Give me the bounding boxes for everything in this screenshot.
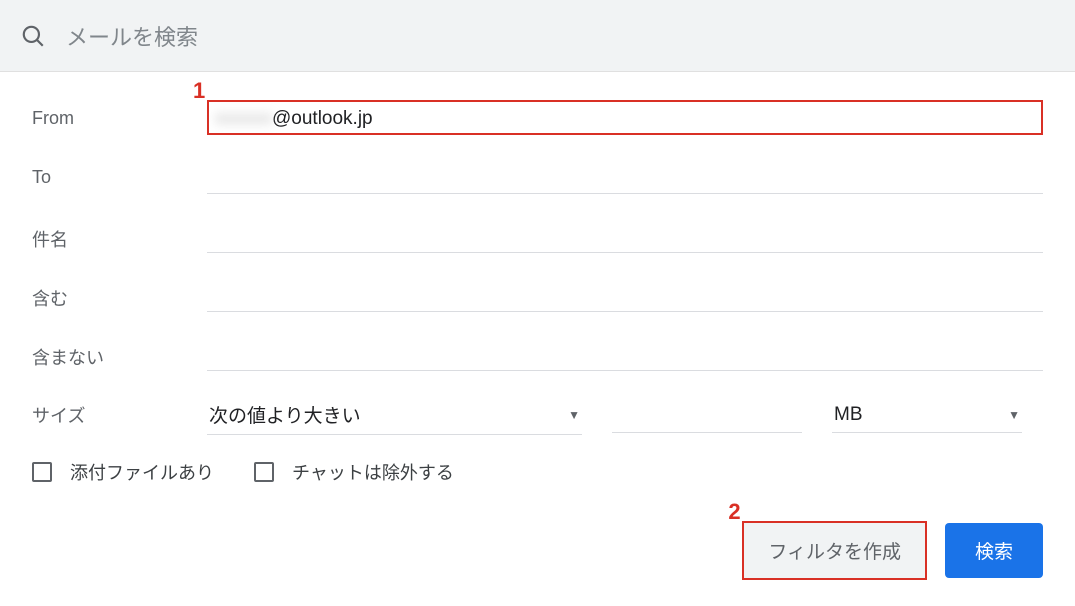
exclude-chat-label: チャットは除外する xyxy=(292,459,454,485)
search-input-placeholder[interactable]: メールを検索 xyxy=(66,20,1055,52)
dropdown-arrow-icon: ▼ xyxy=(568,408,580,422)
search-filter-form: From 1 xxxxxx@outlook.jp To 件名 含む 含まない xyxy=(0,72,1075,604)
from-value-clear: @outlook.jp xyxy=(272,108,373,130)
from-label: From xyxy=(32,100,207,129)
has-attachment-checkbox[interactable] xyxy=(32,462,52,482)
search-button[interactable]: 検索 xyxy=(945,523,1043,578)
excludes-input[interactable] xyxy=(207,336,1043,371)
to-label: To xyxy=(32,159,207,188)
exclude-chat-checkbox[interactable] xyxy=(254,462,274,482)
button-row: 2 フィルタを作成 検索 xyxy=(32,521,1043,580)
from-input-wrapper: 1 xxxxxx@outlook.jp xyxy=(207,100,1043,135)
size-unit-value: MB xyxy=(834,404,863,426)
to-row: To xyxy=(32,159,1043,194)
from-row: From 1 xxxxxx@outlook.jp xyxy=(32,100,1043,135)
dropdown-arrow-icon: ▼ xyxy=(1008,408,1020,422)
to-input[interactable] xyxy=(207,159,1043,194)
has-attachment-label: 添付ファイルあり xyxy=(70,459,214,485)
size-row: サイズ 次の値より大きい ▼ MB ▼ xyxy=(32,395,1043,435)
excludes-label: 含まない xyxy=(32,336,207,370)
from-value-obscured: xxxxxx xyxy=(215,108,272,130)
annotation-2: 2 xyxy=(728,499,740,525)
exclude-chat-option[interactable]: チャットは除外する xyxy=(254,459,454,485)
search-bar: メールを検索 xyxy=(0,0,1075,72)
from-input[interactable]: xxxxxx@outlook.jp xyxy=(215,106,1035,132)
create-filter-wrapper: 2 フィルタを作成 xyxy=(742,521,927,580)
size-compare-value: 次の値より大きい xyxy=(209,401,361,428)
search-icon[interactable] xyxy=(20,23,46,49)
includes-input[interactable] xyxy=(207,277,1043,312)
subject-row: 件名 xyxy=(32,218,1043,253)
includes-row: 含む xyxy=(32,277,1043,312)
size-label: サイズ xyxy=(32,402,207,428)
subject-input[interactable] xyxy=(207,218,1043,253)
size-unit-select[interactable]: MB ▼ xyxy=(832,398,1022,433)
has-attachment-option[interactable]: 添付ファイルあり xyxy=(32,459,214,485)
includes-label: 含む xyxy=(32,277,207,311)
annotation-1: 1 xyxy=(193,78,205,104)
checkbox-row: 添付ファイルあり チャットは除外する xyxy=(32,459,1043,485)
excludes-row: 含まない xyxy=(32,336,1043,371)
size-compare-select[interactable]: 次の値より大きい ▼ xyxy=(207,395,582,435)
subject-label: 件名 xyxy=(32,218,207,252)
size-value-input[interactable] xyxy=(612,398,802,433)
create-filter-button[interactable]: フィルタを作成 xyxy=(744,523,925,578)
